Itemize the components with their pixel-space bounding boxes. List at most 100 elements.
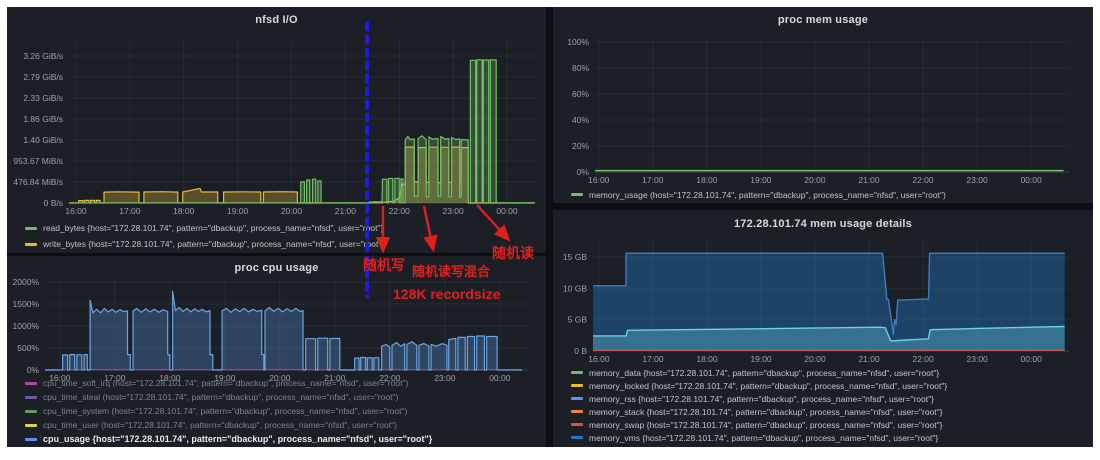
panel-nfsd-io: nfsd I/O 16:0017:0018:0019:0020:0021:002…	[7, 7, 546, 253]
svg-text:953.67 MiB/s: 953.67 MiB/s	[13, 156, 63, 166]
svg-text:17:00: 17:00	[119, 206, 141, 216]
svg-text:23:00: 23:00	[442, 206, 464, 216]
legend-series-label: memory_rss {host="172.28.101.74", patter…	[589, 394, 934, 404]
svg-text:3.26 GiB/s: 3.26 GiB/s	[23, 51, 63, 61]
legend-item[interactable]: cpu_usage {host="172.28.101.74", pattern…	[25, 432, 432, 446]
legend-series-swatch	[571, 423, 583, 426]
legend-series-label: memory_stack {host="172.28.101.74", patt…	[589, 407, 943, 417]
legend-series-label: memory_swap {host="172.28.101.74", patte…	[589, 420, 943, 430]
svg-text:2.79 GiB/s: 2.79 GiB/s	[23, 72, 63, 82]
svg-text:22:00: 22:00	[389, 206, 411, 216]
legend-series-label: cpu_time_user (host="172.28.101.74", pat…	[43, 420, 397, 430]
legend-series-swatch	[571, 371, 583, 374]
svg-text:80%: 80%	[572, 63, 589, 73]
svg-text:18:00: 18:00	[696, 175, 718, 185]
legend-item[interactable]: memory_vms {host="172.28.101.74", patter…	[571, 431, 947, 444]
nfsd-io-legend: read_bytes {host="172.28.101.74", patter…	[25, 220, 384, 252]
svg-text:0 B: 0 B	[574, 346, 587, 356]
legend-item[interactable]: memory_swap {host="172.28.101.74", patte…	[571, 418, 947, 431]
legend-series-swatch	[571, 384, 583, 387]
svg-text:21:00: 21:00	[335, 206, 357, 216]
svg-text:1.40 GiB/s: 1.40 GiB/s	[23, 135, 63, 145]
nfsd-io-chart[interactable]: 16:00 17:00 18:00 19:00 20:00 21:00 22:00 23:00…	[7, 7, 546, 253]
legend-item[interactable]: cpu_time_soft_irq (host="172.28.101.74",…	[25, 376, 432, 390]
proc-mem-legend: memory_usage (host="172.28.101.74", patt…	[571, 188, 946, 201]
svg-text:15 GB: 15 GB	[563, 252, 587, 262]
svg-text:0 B/s: 0 B/s	[44, 198, 63, 208]
svg-text:0%: 0%	[27, 365, 40, 375]
legend-item[interactable]: read_bytes {host="172.28.101.74", patter…	[25, 220, 384, 236]
svg-text:23:00: 23:00	[966, 175, 988, 185]
legend-series-label: cpu_usage {host="172.28.101.74", pattern…	[43, 434, 432, 444]
legend-item[interactable]: cpu_time_user (host="172.28.101.74", pat…	[25, 418, 432, 432]
legend-item[interactable]: memory_stack {host="172.28.101.74", patt…	[571, 405, 947, 418]
svg-text:476.84 MiB/s: 476.84 MiB/s	[13, 177, 63, 187]
proc-cpu-legend: cpu_time_soft_irq (host="172.28.101.74",…	[25, 376, 432, 446]
svg-text:20:00: 20:00	[281, 206, 303, 216]
svg-text:00:00: 00:00	[489, 373, 511, 383]
svg-text:19:00: 19:00	[227, 206, 249, 216]
mem-details-legend: memory_data {host="172.28.101.74", patte…	[571, 366, 947, 444]
svg-text:1000%: 1000%	[13, 321, 40, 331]
svg-text:00:00: 00:00	[1021, 354, 1043, 364]
svg-text:19:00: 19:00	[750, 175, 772, 185]
svg-text:1.86 GiB/s: 1.86 GiB/s	[23, 114, 63, 124]
svg-text:5 GB: 5 GB	[568, 315, 588, 325]
svg-text:20:00: 20:00	[804, 354, 826, 364]
legend-series-swatch	[571, 410, 583, 413]
legend-series-swatch	[25, 438, 37, 441]
svg-text:16:00: 16:00	[588, 175, 610, 185]
svg-text:0%: 0%	[577, 167, 590, 177]
legend-series-label: cpu_time_soft_irq (host="172.28.101.74",…	[43, 378, 408, 388]
legend-series-swatch	[571, 436, 583, 439]
legend-series-label: memory_usage (host="172.28.101.74", patt…	[589, 190, 946, 200]
legend-series-label: memory_locked {host="172.28.101.74", pat…	[589, 381, 947, 391]
legend-series-label: cpu_time_system (host="172.28.101.74", p…	[43, 406, 407, 416]
svg-text:10 GB: 10 GB	[563, 283, 587, 293]
legend-series-swatch	[25, 424, 37, 427]
svg-text:20%: 20%	[572, 141, 589, 151]
panel-proc-cpu-usage: proc cpu usage 16:0017:0018:0019:0020:00…	[7, 256, 546, 447]
legend-series-swatch	[25, 410, 37, 413]
svg-text:18:00: 18:00	[173, 206, 195, 216]
svg-text:16:00: 16:00	[65, 206, 87, 216]
svg-text:40%: 40%	[572, 115, 589, 125]
svg-text:500%: 500%	[17, 343, 39, 353]
legend-series-label: memory_data {host="172.28.101.74", patte…	[589, 368, 939, 378]
svg-text:22:00: 22:00	[912, 175, 934, 185]
svg-text:2.33 GiB/s: 2.33 GiB/s	[23, 93, 63, 103]
legend-item[interactable]: write_bytes {host="172.28.101.74", patte…	[25, 236, 384, 252]
legend-series-label: cpu_time_steal (host="172.28.101.74", pa…	[43, 392, 398, 402]
legend-series-swatch	[25, 382, 37, 385]
svg-text:2000%: 2000%	[13, 277, 40, 287]
dashboard: nfsd I/O 16:0017:0018:0019:0020:0021:002…	[7, 7, 1093, 447]
panel-proc-mem-usage: proc mem usage 16:0017:0018:0019:0020:00…	[553, 7, 1093, 203]
svg-text:23:00: 23:00	[434, 373, 456, 383]
svg-text:17:00: 17:00	[642, 175, 664, 185]
legend-series-swatch	[571, 193, 583, 196]
svg-text:60%: 60%	[572, 89, 589, 99]
legend-series-label: read_bytes {host="172.28.101.74", patter…	[43, 223, 383, 233]
legend-series-swatch	[25, 396, 37, 399]
svg-text:00:00: 00:00	[496, 206, 518, 216]
legend-item[interactable]: memory_rss {host="172.28.101.74", patter…	[571, 392, 947, 405]
legend-item[interactable]: cpu_time_steal (host="172.28.101.74", pa…	[25, 390, 432, 404]
legend-item[interactable]: memory_locked {host="172.28.101.74", pat…	[571, 379, 947, 392]
legend-series-swatch	[571, 397, 583, 400]
legend-item[interactable]: memory_usage (host="172.28.101.74", patt…	[571, 188, 946, 201]
svg-text:100%: 100%	[567, 37, 589, 47]
panel-mem-usage-details: 172.28.101.74 mem usage details 16:0017:…	[553, 210, 1093, 447]
svg-text:22:00: 22:00	[912, 354, 934, 364]
proc-mem-chart[interactable]: 16:0017:0018:0019:0020:0021:0022:0023:00…	[553, 7, 1093, 203]
svg-text:19:00: 19:00	[750, 354, 772, 364]
legend-series-label: write_bytes {host="172.28.101.74", patte…	[43, 239, 384, 249]
svg-text:21:00: 21:00	[858, 354, 880, 364]
legend-series-label: memory_vms {host="172.28.101.74", patter…	[589, 433, 938, 443]
svg-text:16:00: 16:00	[588, 354, 610, 364]
legend-item[interactable]: cpu_time_system (host="172.28.101.74", p…	[25, 404, 432, 418]
legend-series-swatch	[25, 227, 37, 230]
legend-item[interactable]: memory_data {host="172.28.101.74", patte…	[571, 366, 947, 379]
svg-text:18:00: 18:00	[696, 354, 718, 364]
svg-text:17:00: 17:00	[642, 354, 664, 364]
legend-series-swatch	[25, 243, 37, 246]
